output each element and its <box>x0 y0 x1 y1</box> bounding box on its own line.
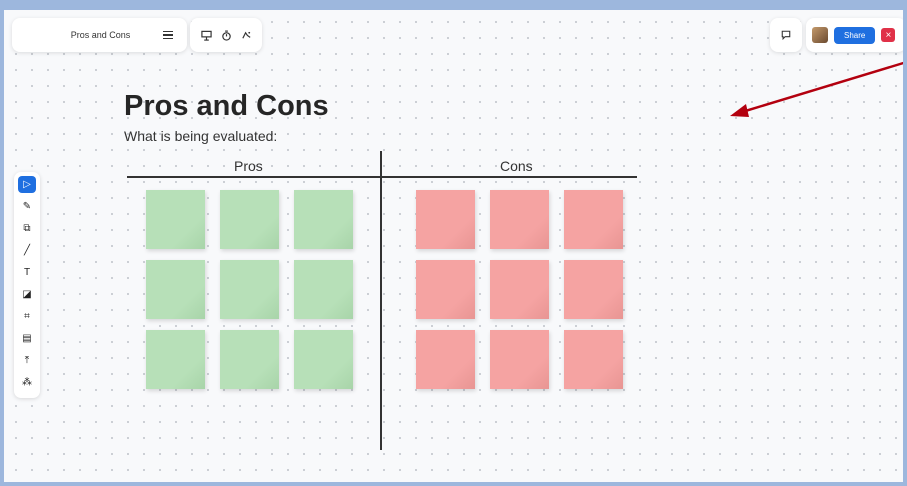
cons-column-label[interactable]: Cons <box>500 158 533 174</box>
board-title-bar: Pros and Cons <box>12 18 187 52</box>
pros-sticky-note[interactable] <box>146 260 205 319</box>
frame-tool-icon[interactable]: ⌗ <box>18 308 36 325</box>
select-tool-icon[interactable]: ▷ <box>18 176 36 193</box>
close-icon[interactable]: × <box>881 28 896 42</box>
cons-sticky-note[interactable] <box>564 190 623 249</box>
board-title[interactable]: Pros and Cons <box>12 30 159 40</box>
pros-sticky-note[interactable] <box>220 330 279 389</box>
more-tools-icon[interactable]: ⁂ <box>18 374 36 391</box>
shapes-tool-icon[interactable]: ⧉ <box>18 220 36 237</box>
comment-button[interactable] <box>770 18 802 52</box>
hamburger-menu-icon[interactable] <box>159 30 177 40</box>
sticky-note-tool-icon[interactable]: ◪ <box>18 286 36 303</box>
top-tools-bar <box>190 18 262 52</box>
cons-sticky-note[interactable] <box>416 260 475 319</box>
avatar[interactable] <box>812 27 828 43</box>
comment-icon <box>778 27 794 43</box>
pros-sticky-note[interactable] <box>146 190 205 249</box>
cons-sticky-note[interactable] <box>564 260 623 319</box>
cons-sticky-note[interactable] <box>490 190 549 249</box>
pros-sticky-note[interactable] <box>294 330 353 389</box>
header-divider-line[interactable] <box>127 176 637 178</box>
share-button[interactable]: Share <box>834 26 876 44</box>
left-toolbar: ▷ ✎ ⧉ ╱ T ◪ ⌗ ▤ ⤒ ⁂ <box>14 172 40 398</box>
pros-sticky-note[interactable] <box>220 260 279 319</box>
pros-sticky-note[interactable] <box>146 330 205 389</box>
cons-sticky-note[interactable] <box>564 330 623 389</box>
cons-sticky-note[interactable] <box>416 190 475 249</box>
text-tool-icon[interactable]: T <box>18 264 36 281</box>
line-tool-icon[interactable]: ╱ <box>18 242 36 259</box>
cons-sticky-note[interactable] <box>490 260 549 319</box>
pros-sticky-note[interactable] <box>294 260 353 319</box>
board-heading[interactable]: Pros and Cons <box>124 90 329 123</box>
template-tool-icon[interactable]: ▤ <box>18 330 36 347</box>
annotation-arrow <box>730 61 903 117</box>
pros-sticky-note[interactable] <box>294 190 353 249</box>
cons-sticky-note[interactable] <box>416 330 475 389</box>
present-icon[interactable] <box>198 27 214 43</box>
cons-sticky-note[interactable] <box>490 330 549 389</box>
column-divider-line[interactable] <box>380 151 382 450</box>
pros-column-label[interactable]: Pros <box>234 158 263 174</box>
share-bar: Share × <box>806 18 903 52</box>
timer-icon[interactable] <box>218 27 234 43</box>
pen-tool-icon[interactable]: ✎ <box>18 198 36 215</box>
whiteboard-canvas[interactable]: Pros and Cons Share × ▷ ✎ ⧉ ╱ T ◪ ⌗ ▤ ⤒ … <box>0 0 907 486</box>
board-subtitle[interactable]: What is being evaluated: <box>124 128 277 144</box>
upload-tool-icon[interactable]: ⤒ <box>18 352 36 369</box>
pros-sticky-note[interactable] <box>220 190 279 249</box>
reactions-icon[interactable] <box>238 27 254 43</box>
